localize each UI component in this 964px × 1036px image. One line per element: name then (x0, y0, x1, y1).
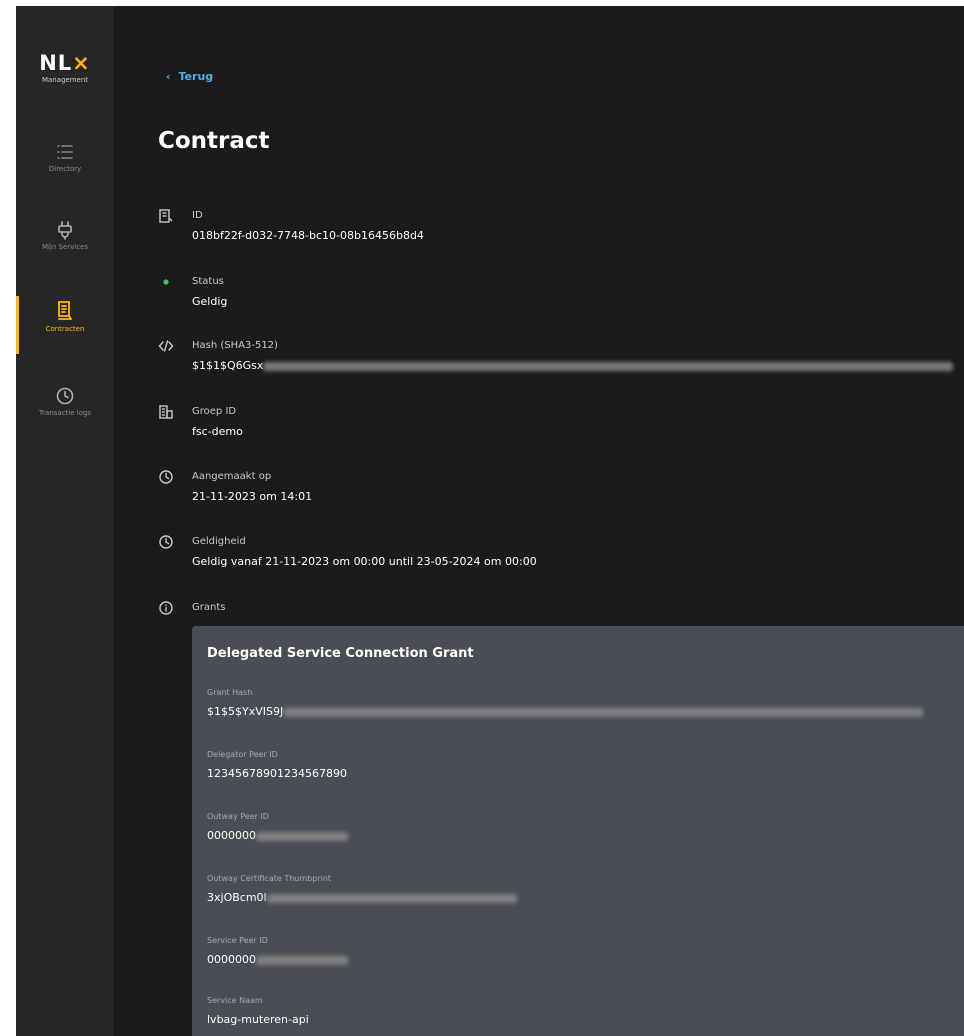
app-window: NL× Management Directory Mijn Services C… (16, 6, 964, 1036)
sidebar-item-label: Transactie logs (38, 409, 92, 417)
grant-field-delegator-peer-id: Delegator Peer ID 12345678901234567890 (207, 750, 347, 780)
page-title: Contract (158, 128, 270, 154)
redacted-value (266, 893, 517, 903)
field-created: Aangemaakt op 21-11-2023 om 14:01 (192, 471, 312, 503)
grant-field-outway-certificate-thumbprint: Outway Certificate Thumbprint 3xjOBcm0l (207, 874, 517, 904)
clock-icon (159, 470, 173, 484)
redacted-value (263, 361, 954, 371)
grant-field-label: Delegator Peer ID (207, 750, 278, 759)
grant-field-label: Outway Certificate Thumbprint (207, 874, 332, 883)
logo-accent: × (72, 51, 91, 75)
field-validity: Geldigheid Geldig vanaf 21-11-2023 om 00… (192, 536, 537, 568)
sidebar-item-directory[interactable]: Directory (16, 142, 114, 173)
code-icon (158, 340, 174, 352)
contract-icon (58, 301, 72, 320)
sidebar-item-label: Directory (48, 165, 82, 173)
grant-field-hash: Grant Hash $1$5$YxVIS9J (207, 688, 924, 718)
building-icon (159, 405, 173, 419)
grant-card: Delegated Service Connection Grant Grant… (192, 626, 964, 1036)
redacted-value (256, 831, 348, 841)
field-value: Geldig (192, 295, 228, 308)
grant-field-service-name: Service Naam lvbag-muteren-api (207, 996, 309, 1026)
grant-field-value: 3xjOBcm0l (207, 891, 267, 904)
field-label: Hash (SHA3-512) (192, 340, 278, 351)
field-label: Status (192, 276, 224, 287)
sidebar-item-mijn-services[interactable]: Mijn Services (16, 220, 114, 251)
logo-text: NL (39, 51, 73, 75)
field-hash: Hash (SHA3-512) $1$1$Q6Gsx (192, 340, 954, 372)
back-link[interactable]: ‹ Terug (166, 70, 213, 83)
grant-field-label: Service Peer ID (207, 936, 268, 945)
nlx-logo[interactable]: NL× Management (28, 52, 102, 84)
grant-field-label: Outway Peer ID (207, 812, 269, 821)
info-icon (159, 601, 173, 615)
chevron-left-icon: ‹ (166, 70, 171, 83)
grant-field-label: Grant Hash (207, 688, 253, 697)
grant-field-outway-peer-id: Outway Peer ID 0000000 (207, 812, 348, 842)
grant-title: Delegated Service Connection Grant (207, 646, 474, 661)
redacted-value (283, 707, 924, 717)
sidebar: NL× Management Directory Mijn Services C… (16, 6, 114, 1036)
field-value: fsc-demo (192, 425, 243, 438)
main-content: ‹ Terug Contract ID 018bf22f-d032-7748-bc… (114, 6, 964, 1036)
plug-icon (58, 221, 72, 240)
grant-field-value: lvbag-muteren-api (207, 1013, 309, 1026)
field-label: ID (192, 210, 203, 221)
document-icon (159, 209, 173, 223)
grant-field-value: 0000000 (207, 953, 256, 966)
clock-icon (159, 535, 173, 549)
field-value: 21-11-2023 om 14:01 (192, 490, 313, 503)
grant-field-value: 12345678901234567890 (207, 767, 347, 780)
sidebar-item-label: Contracten (45, 325, 85, 333)
field-label: Aangemaakt op (192, 471, 272, 482)
back-label: Terug (178, 70, 214, 83)
sidebar-item-transactie-logs[interactable]: Transactie logs (16, 386, 114, 417)
grant-field-service-peer-id: Service Peer ID 0000000 (207, 936, 348, 966)
grant-field-label: Service Naam (207, 996, 263, 1005)
field-id: ID 018bf22f-d032-7748-bc10-08b16456b8d4 (192, 210, 424, 242)
clock-icon (56, 387, 74, 405)
field-value: Geldig vanaf 21-11-2023 om 00:00 until 2… (192, 555, 537, 568)
sidebar-item-contracten[interactable]: Contracten (16, 296, 114, 354)
field-label: Grants (192, 602, 226, 613)
field-label: Groep ID (192, 406, 237, 417)
field-group-id: Groep ID fsc-demo (192, 406, 243, 438)
field-status: Status Geldig (192, 276, 227, 308)
logo-subtitle: Management (41, 76, 89, 84)
status-dot-icon (163, 279, 169, 285)
grant-field-value: 0000000 (207, 829, 256, 842)
field-label: Geldigheid (192, 536, 246, 547)
field-grants: Grants (192, 602, 225, 613)
redacted-value (256, 955, 348, 965)
grant-field-value: $1$5$YxVIS9J (207, 705, 284, 718)
sidebar-item-label: Mijn Services (41, 243, 89, 251)
list-icon (57, 145, 73, 159)
field-value: $1$1$Q6Gsx (192, 359, 264, 372)
field-value: 018bf22f-d032-7748-bc10-08b16456b8d4 (192, 229, 424, 242)
